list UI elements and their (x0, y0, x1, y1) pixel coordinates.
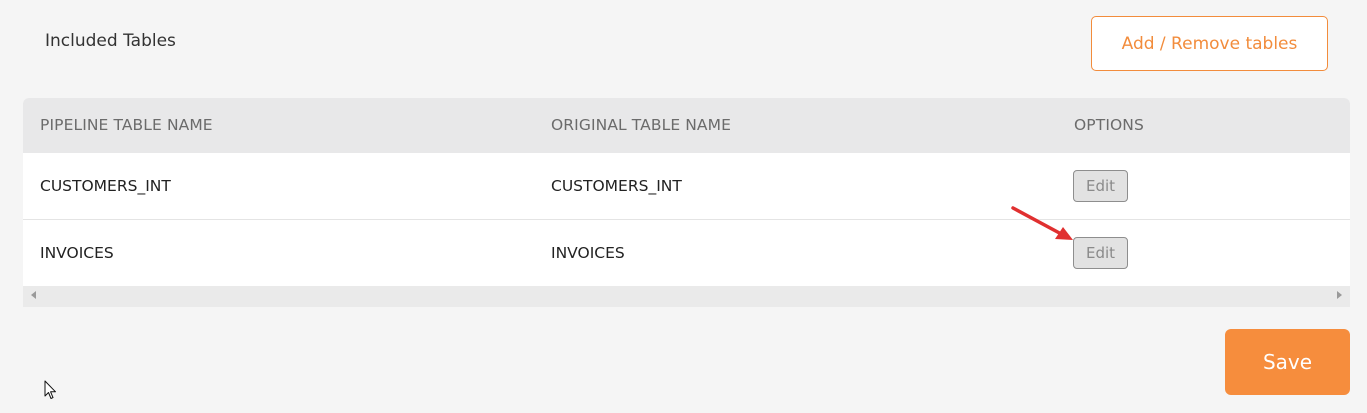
header-options: OPTIONS (1074, 116, 1144, 134)
included-tables-table: PIPELINE TABLE NAME ORIGINAL TABLE NAME … (23, 98, 1350, 307)
scroll-right-arrow-icon[interactable] (1337, 291, 1342, 299)
original-table-name-cell: CUSTOMERS_INT (551, 177, 682, 195)
table-header: PIPELINE TABLE NAME ORIGINAL TABLE NAME … (23, 98, 1350, 153)
header-pipeline-table-name: PIPELINE TABLE NAME (40, 116, 213, 134)
add-remove-tables-button[interactable]: Add / Remove tables (1091, 16, 1328, 71)
save-button[interactable]: Save (1225, 329, 1350, 395)
horizontal-scrollbar[interactable] (23, 286, 1350, 307)
edit-button[interactable]: Edit (1073, 170, 1128, 202)
pipeline-table-name-cell: CUSTOMERS_INT (40, 177, 171, 195)
scroll-left-arrow-icon[interactable] (31, 291, 36, 299)
table-row: CUSTOMERS_INT CUSTOMERS_INT Edit (23, 153, 1350, 220)
edit-button[interactable]: Edit (1073, 237, 1128, 269)
header-original-table-name: ORIGINAL TABLE NAME (551, 116, 732, 134)
pipeline-table-name-cell: INVOICES (40, 244, 114, 262)
section-title: Included Tables (45, 31, 176, 51)
mouse-pointer-icon (44, 380, 56, 399)
original-table-name-cell: INVOICES (551, 244, 625, 262)
table-row: INVOICES INVOICES Edit (23, 220, 1350, 286)
